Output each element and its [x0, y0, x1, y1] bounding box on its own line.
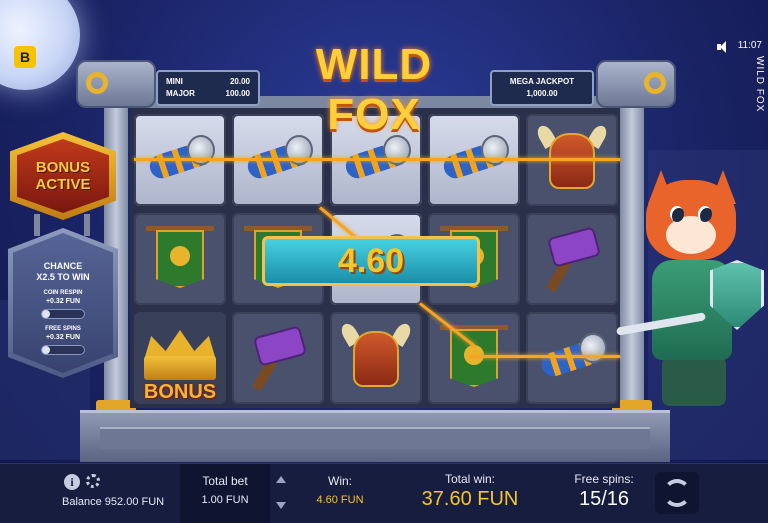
clock: 11:07 — [737, 40, 762, 51]
side-game-title: WILD FOX — [754, 56, 765, 113]
info-icon[interactable]: i — [64, 474, 80, 490]
hammer-icon — [246, 323, 310, 393]
chance-title-line1: CHANCE — [43, 261, 83, 271]
bonus-symbol-text: BONUS — [143, 381, 217, 403]
spin-icon — [663, 479, 691, 507]
hammer-icon — [540, 224, 604, 294]
total-win-label: Total win: — [444, 472, 496, 486]
spin-button[interactable] — [655, 472, 699, 514]
symbol-bonus-crown: BONUS — [134, 312, 226, 404]
total-win-value: 37.60 FUN — [421, 488, 519, 510]
chain — [84, 214, 90, 236]
arrow-up-icon[interactable] — [276, 476, 286, 483]
game-title: WILD FOX — [315, 40, 433, 139]
major-value: 100.00 — [225, 89, 250, 98]
free-spins-section: Free spins: 15/16 — [560, 464, 648, 523]
win-line — [134, 158, 620, 161]
moon — [0, 0, 80, 90]
fox-mascot — [615, 170, 768, 420]
banner-icon — [146, 224, 214, 294]
stage-base — [80, 410, 670, 462]
mini-label: MINI — [166, 77, 183, 86]
bonus-active-badge: BONUS ACTIVE — [10, 132, 116, 220]
bottom-bar: i Balance 952.00 FUN Total bet 1.00 FUN … — [0, 463, 768, 523]
symbol-banner — [428, 312, 520, 404]
brand-logo: B — [14, 46, 36, 68]
free-spins-amount: +0.32 FUN — [45, 334, 81, 341]
balance-text: Balance 952.00 FUN — [62, 496, 165, 508]
bonus-active-line1: BONUS — [35, 159, 91, 176]
horn-icon — [537, 333, 607, 383]
banner-icon — [440, 323, 508, 393]
symbol-hammer — [526, 213, 618, 305]
helmet-icon — [338, 320, 414, 393]
mini-value: 20.00 — [229, 77, 250, 86]
total-bet-value: 1.00 FUN — [201, 494, 249, 506]
symbol-banner — [134, 213, 226, 305]
jackpot-panel-left: MINI 20.00 MAJOR 100.00 — [156, 70, 260, 106]
free-spins-counter-value: 15/16 — [578, 488, 630, 510]
win-label: Win: — [328, 474, 352, 488]
gear-icon[interactable] — [86, 474, 100, 488]
symbol-horn — [526, 312, 618, 404]
symbol-helmet — [330, 312, 422, 404]
coin-respin-toggle[interactable] — [41, 309, 85, 319]
jackpot-panel-right: MEGA JACKPOT 1,000.00 — [490, 70, 594, 106]
free-spins-counter-label: Free spins: — [574, 472, 634, 486]
top-right-controls: 11:07 — [716, 40, 762, 54]
mega-jackpot-label: MEGA JACKPOT — [509, 77, 575, 86]
crown-icon — [140, 328, 220, 388]
win-value: 4.60 FUN — [316, 494, 364, 506]
win-amount-banner: 4.60 — [262, 236, 480, 286]
total-bet-section: Total bet 1.00 FUN — [180, 464, 270, 523]
symbol-hammer — [232, 312, 324, 404]
chance-panel: CHANCE X2.5 TO WIN COIN RESPIN +0.32 FUN… — [8, 228, 118, 378]
free-spins-label: FREE SPINS — [45, 326, 81, 332]
speaker-icon[interactable] — [716, 40, 730, 54]
chain — [34, 214, 40, 236]
free-spins-toggle[interactable] — [41, 345, 85, 355]
win-line — [470, 355, 620, 358]
arrow-down-icon[interactable] — [276, 502, 286, 509]
coin-respin-amount: +0.32 FUN — [45, 298, 81, 305]
column-cap-right — [596, 60, 676, 108]
mega-jackpot-value: 1,000.00 — [526, 89, 558, 98]
bonus-active-line2: ACTIVE — [35, 176, 91, 193]
chance-title-line2: X2.5 TO WIN — [36, 272, 90, 282]
total-bet-label: Total bet — [202, 474, 248, 488]
column-cap-left — [76, 60, 156, 108]
win-section: Win: 4.60 FUN — [300, 464, 380, 523]
coin-respin-label: COIN RESPIN — [43, 290, 83, 296]
total-win-section: Total win: 37.60 FUN — [400, 464, 540, 523]
major-label: MAJOR — [166, 89, 195, 98]
